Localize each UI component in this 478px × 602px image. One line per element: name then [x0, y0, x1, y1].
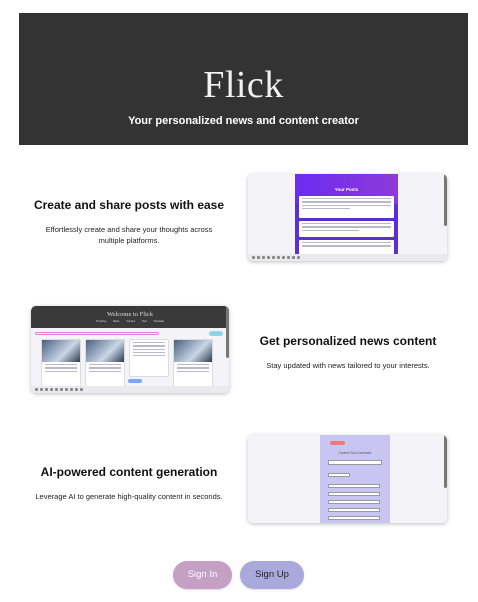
generator-field	[328, 516, 380, 520]
feature-desc-ai: Leverage AI to generate high-quality con…	[35, 492, 223, 501]
generator-field	[328, 484, 380, 488]
feature-desc-posts: Effortlessly create and share your thoug…	[45, 225, 213, 245]
news-search-bar	[35, 332, 159, 335]
sign-up-button[interactable]: Sign Up	[240, 561, 304, 589]
generator-badge	[330, 441, 345, 445]
news-card	[173, 339, 213, 391]
taskbar	[31, 386, 229, 393]
posts-heading: Your Posts	[334, 187, 359, 192]
news-button	[128, 379, 142, 383]
post-card	[299, 196, 394, 218]
posts-preview-screenshot: Your Posts	[248, 174, 447, 261]
generator-field	[328, 508, 380, 512]
feature-title-news: Get personalized news content	[259, 334, 437, 348]
news-header: Welcome to Flick Trending News Content T…	[31, 306, 229, 328]
app-tagline: Your personalized news and content creat…	[128, 115, 359, 127]
hero-banner: Flick Your personalized news and content…	[19, 13, 468, 145]
generator-field	[328, 460, 382, 465]
feature-desc-news: Stay updated with news tailored to your …	[266, 361, 430, 370]
scrollbar	[444, 435, 447, 488]
taskbar	[248, 254, 447, 261]
news-card	[129, 339, 169, 377]
post-card	[299, 221, 394, 237]
generator-heading: Content Tool Generator	[338, 451, 372, 455]
generator-field	[328, 473, 350, 477]
landing-page: Flick Your personalized news and content…	[0, 0, 478, 602]
news-card	[41, 339, 81, 391]
scrollbar	[226, 306, 229, 359]
posts-panel: Your Posts	[295, 174, 398, 261]
sign-in-button[interactable]: Sign In	[173, 561, 232, 589]
post-card	[299, 240, 394, 254]
app-title: Flick	[203, 64, 284, 106]
news-pill	[209, 331, 223, 336]
news-preview-screenshot: Welcome to Flick Trending News Content T…	[31, 306, 229, 393]
generator-preview-screenshot: Content Tool Generator	[248, 435, 447, 523]
generator-panel: Content Tool Generator	[320, 435, 390, 523]
feature-title-ai: AI-powered content generation	[40, 465, 218, 479]
news-card	[85, 339, 125, 391]
generator-field	[328, 500, 380, 504]
news-heading: Welcome to Flick	[106, 311, 154, 318]
news-nav: Trending News Content Tool Translate	[96, 320, 164, 323]
generator-field	[328, 492, 380, 496]
feature-title-posts: Create and share posts with ease	[33, 198, 225, 212]
scrollbar	[444, 174, 447, 227]
